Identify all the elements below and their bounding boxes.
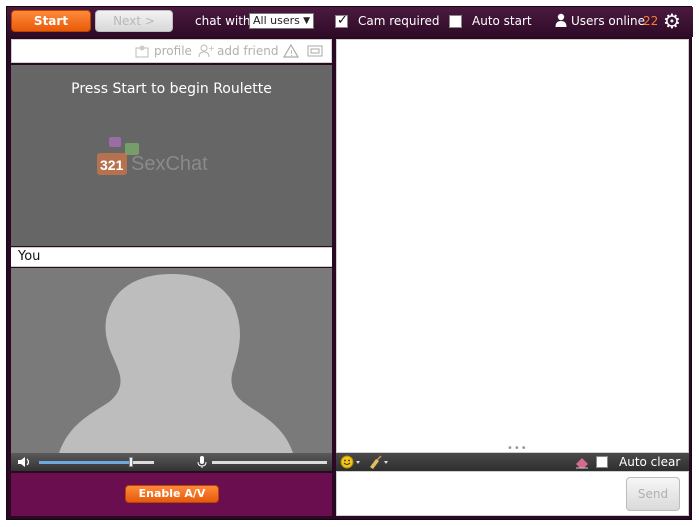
users-online-count: 22: [643, 14, 659, 28]
volume-slider-handle[interactable]: [129, 457, 133, 467]
enable-av-button[interactable]: Enable A/V: [125, 485, 219, 503]
avatar-silhouette: [59, 274, 293, 453]
broom-icon[interactable]: [368, 455, 392, 469]
eraser-icon[interactable]: [574, 455, 590, 469]
auto-start-label: Auto start: [472, 14, 532, 28]
cam-required-label: Cam required: [358, 14, 440, 28]
add-friend-icon[interactable]: +: [198, 44, 214, 58]
auto-clear-checkbox[interactable]: [596, 456, 608, 468]
volume-slider-fill: [39, 461, 131, 464]
svg-text:!: !: [290, 49, 293, 58]
partner-toolbar: profile + add friend !: [11, 39, 332, 63]
next-button[interactable]: Next >: [95, 10, 173, 32]
send-button[interactable]: Send: [626, 477, 680, 511]
chat-with-select[interactable]: All users ▼: [249, 13, 314, 29]
site-logo: 321 SexChat: [97, 137, 208, 175]
audio-controls: [11, 453, 332, 471]
profile-link[interactable]: profile: [154, 44, 192, 58]
chat-message-input[interactable]: Send: [336, 471, 689, 516]
microphone-icon[interactable]: [197, 455, 207, 469]
cam-required-checkbox[interactable]: ✓: [335, 13, 348, 28]
speaker-icon[interactable]: [17, 456, 31, 468]
enable-av-panel: Enable A/V: [11, 473, 332, 516]
users-online-label: Users online: [571, 14, 646, 28]
app-frame: Start Next > chat with All users ▼ ✓ Cam…: [6, 6, 693, 520]
emoticon-icon[interactable]: [340, 455, 364, 469]
user-icon: [555, 13, 567, 27]
checkmark-icon: ✓: [337, 13, 348, 28]
chat-with-selected-value: All users: [253, 14, 300, 27]
svg-text:321: 321: [100, 157, 124, 173]
chat-with-label: chat with: [195, 14, 251, 28]
profile-icon[interactable]: [135, 44, 151, 58]
dropdown-arrow-icon: ▼: [303, 16, 310, 26]
chat-log[interactable]: •••: [336, 39, 689, 454]
partner-video: Press Start to begin Roulette 321 SexCha…: [11, 65, 332, 246]
auto-start-checkbox[interactable]: [449, 15, 462, 28]
fullscreen-icon[interactable]: [307, 44, 323, 58]
gear-icon[interactable]: ⚙: [663, 11, 683, 31]
start-button[interactable]: Start: [11, 10, 91, 32]
self-video-label: You: [11, 247, 332, 267]
top-bar: Start Next > chat with All users ▼ ✓ Cam…: [7, 7, 693, 37]
microphone-slider[interactable]: [212, 461, 327, 464]
partner-status-message: Press Start to begin Roulette: [71, 81, 272, 97]
warning-icon[interactable]: !: [283, 44, 299, 58]
chat-toolbar: Auto clear: [336, 453, 689, 471]
self-video-placeholder: [11, 268, 332, 453]
svg-text:SexChat: SexChat: [131, 153, 208, 175]
svg-text:+: +: [208, 44, 214, 53]
add-friend-link[interactable]: add friend: [217, 44, 279, 58]
auto-clear-label: Auto clear: [619, 455, 681, 469]
